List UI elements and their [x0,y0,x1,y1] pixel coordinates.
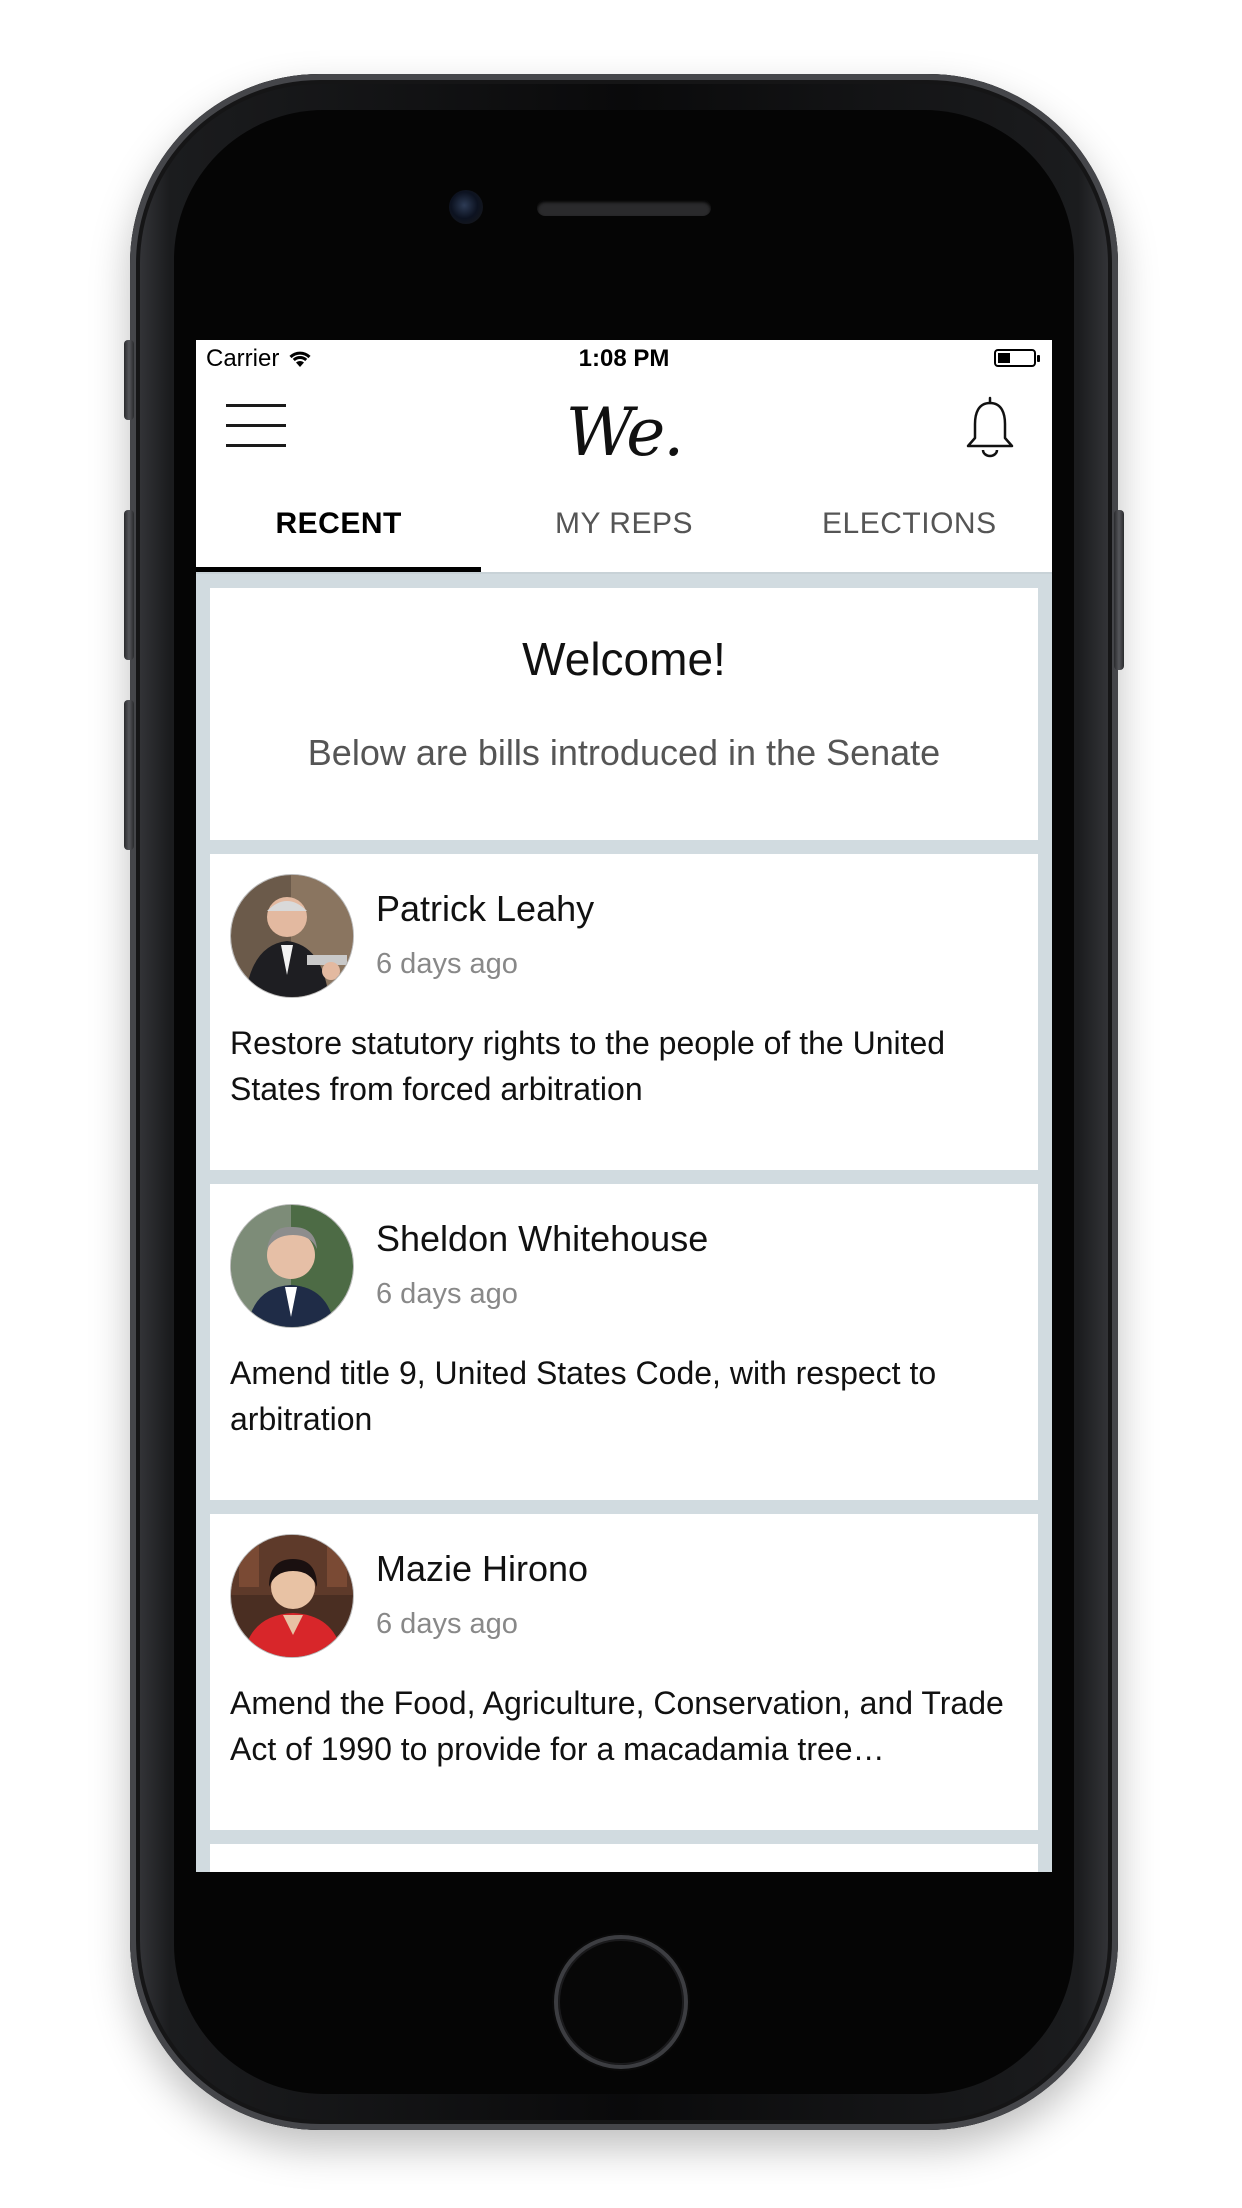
bill-card-partial[interactable] [210,1844,1038,1872]
bill-date: 6 days ago [376,948,518,980]
status-bar: Carrier 1:08 PM [196,340,1052,376]
tab-recent[interactable]: RECENT [196,476,482,572]
home-button[interactable] [554,1935,688,2069]
earpiece-speaker [537,200,711,216]
avatar [230,1534,354,1658]
sponsor-name: Patrick Leahy [376,888,595,929]
bill-date: 6 days ago [376,1608,518,1640]
bill-card[interactable]: Sheldon Whitehouse 6 days ago Amend titl… [210,1184,1038,1500]
volume-up-button [124,510,134,660]
tab-divider [196,572,1052,574]
sponsor-name: Mazie Hirono [376,1548,589,1589]
bill-feed[interactable]: Welcome! Below are bills introduced in t… [210,588,1038,1872]
clock: 1:08 PM [578,345,670,372]
bell-icon[interactable] [962,394,1018,458]
bill-title: Amend the Food, Agriculture, Conservatio… [230,1685,1004,1767]
volume-down-button [124,700,134,850]
tab-bar: RECENT MY REPS ELECTIONS [196,476,1052,572]
sponsor-name: Sheldon Whitehouse [376,1218,709,1259]
bill-card[interactable]: Mazie Hirono 6 days ago Amend the Food, … [210,1514,1038,1830]
avatar [230,874,354,998]
mute-switch [124,340,134,420]
bill-title: Amend title 9, United States Code, with … [230,1355,937,1437]
front-camera [449,190,483,224]
tab-elections[interactable]: ELECTIONS [767,476,1052,572]
bill-card[interactable]: Patrick Leahy 6 days ago Restore statuto… [210,854,1038,1170]
navigation-bar: We. [196,376,1052,476]
app-logo: We. [565,394,685,471]
tab-my-reps[interactable]: MY REPS [481,476,766,572]
app-screen: Carrier 1:08 PM We. RECENT MY REPS ELECT… [196,340,1052,1872]
battery-icon [994,349,1040,367]
welcome-subtitle: Below are bills introduced in the Senate [307,732,941,773]
bill-date: 6 days ago [376,1278,518,1310]
avatar [230,1204,354,1328]
power-button [1114,510,1124,670]
welcome-card: Welcome! Below are bills introduced in t… [210,588,1038,840]
welcome-title: Welcome! [522,633,726,685]
bill-title: Restore statutory rights to the people o… [230,1025,946,1107]
